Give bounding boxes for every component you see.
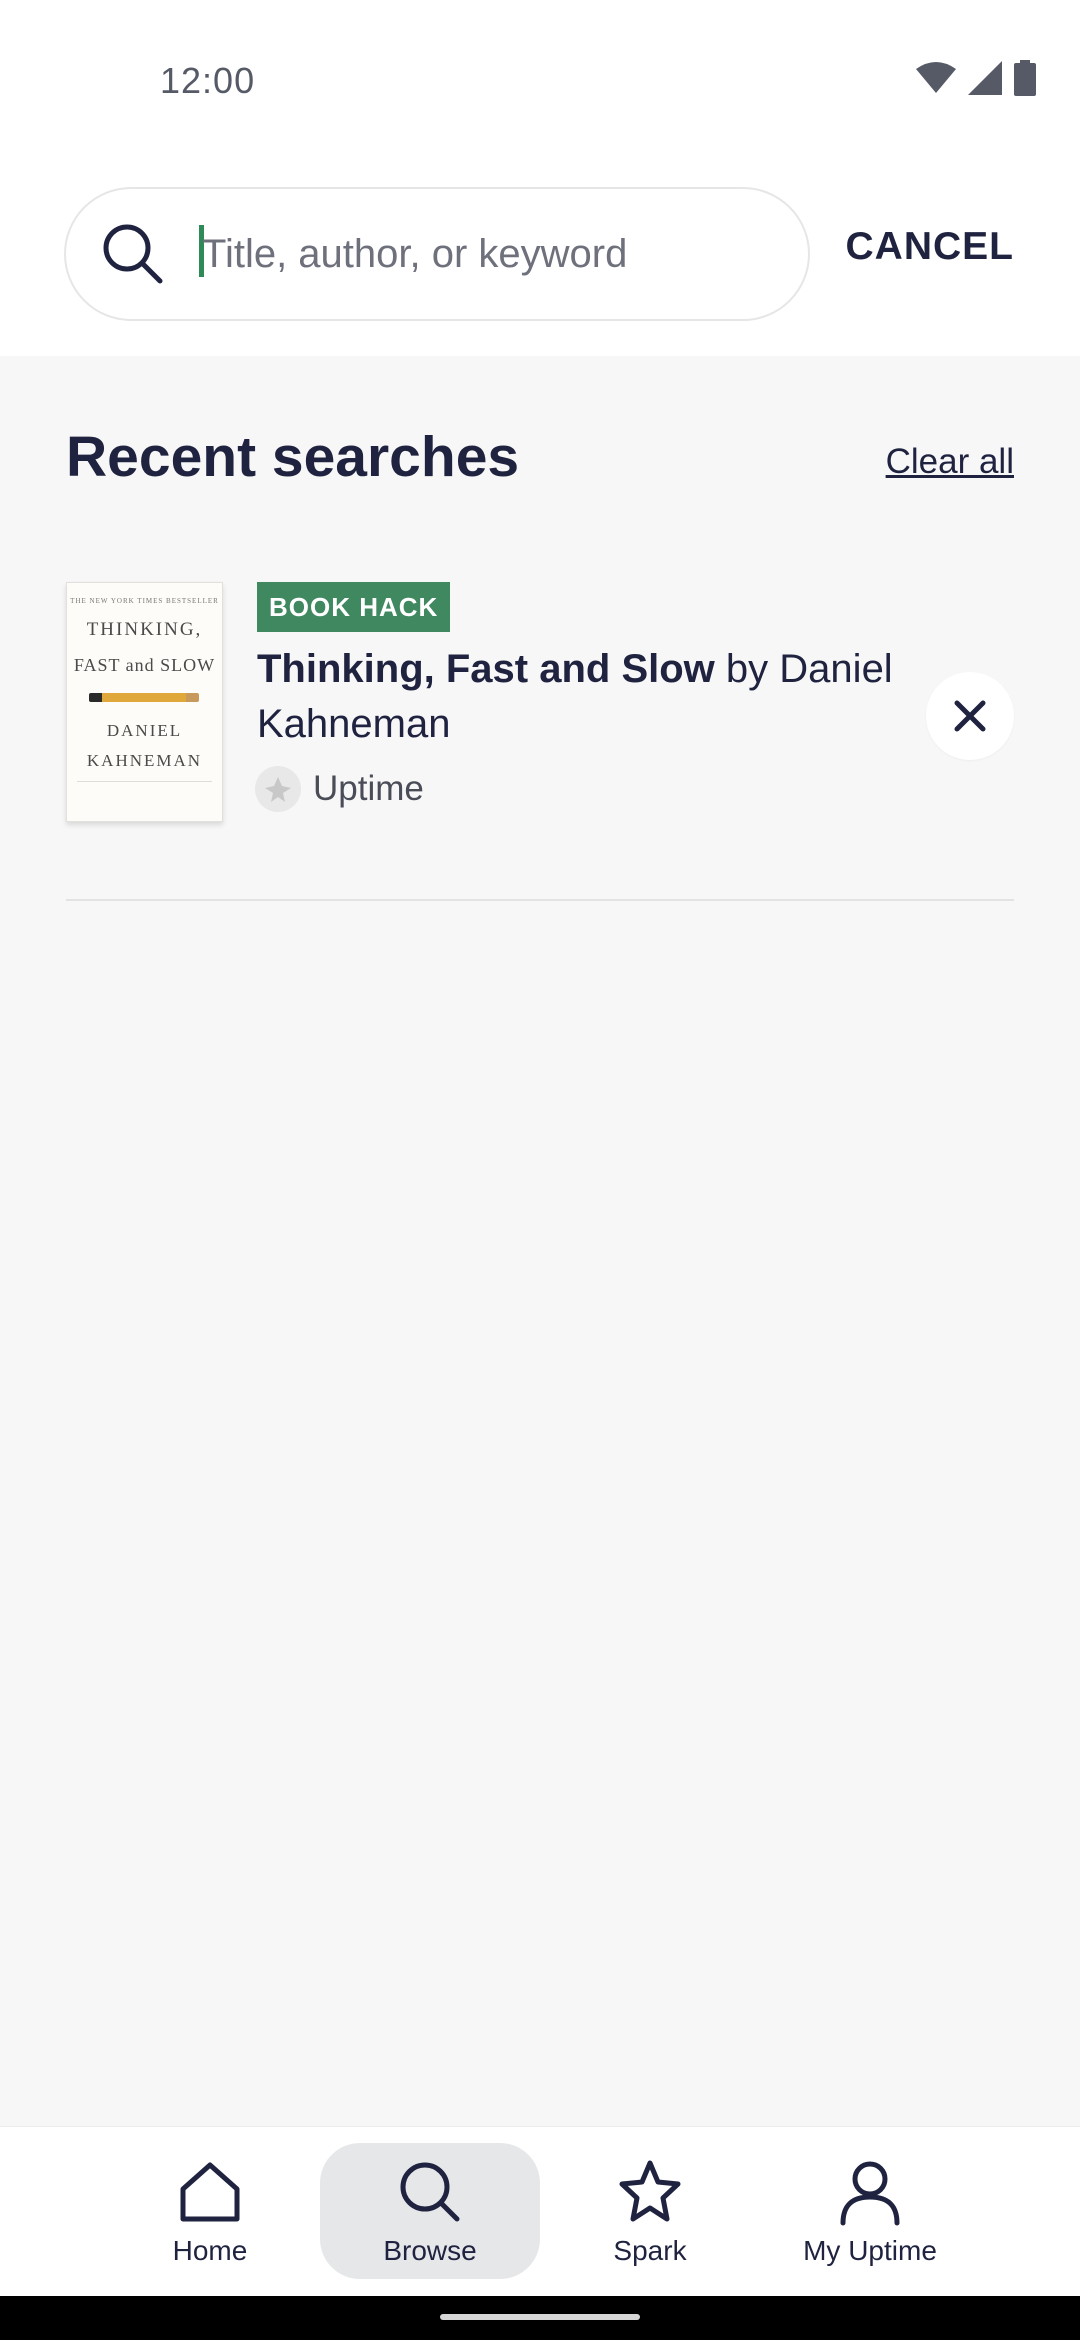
divider bbox=[66, 899, 1014, 901]
cancel-button[interactable]: CANCEL bbox=[846, 225, 1015, 269]
cover-author-line-2: KAHNEMAN bbox=[86, 751, 203, 770]
book-title: Thinking, Fast and Slow bbox=[257, 647, 715, 691]
nav-spark-label: Spark bbox=[613, 2235, 687, 2266]
wifi-icon bbox=[916, 62, 956, 93]
search-icon bbox=[400, 2162, 460, 2222]
source-row: Uptime bbox=[255, 766, 424, 812]
search-content: Recent searches Clear all THE NEW YORK T… bbox=[0, 356, 1080, 2126]
status-bar: 12:00 bbox=[0, 0, 1080, 170]
nav-home[interactable]: Home bbox=[100, 2143, 320, 2279]
nav-spark[interactable]: Spark bbox=[540, 2143, 760, 2279]
person-icon bbox=[840, 2161, 900, 2226]
system-gesture-bar bbox=[0, 2296, 1080, 2340]
item-title: Thinking, Fast and Slow by Daniel Kahnem… bbox=[257, 642, 897, 752]
uptime-logo-icon bbox=[255, 766, 301, 812]
cover-pencil-graphic bbox=[89, 693, 199, 702]
by-label: by bbox=[725, 647, 769, 691]
book-cover-image: THE NEW YORK TIMES BESTSELLER THINKING, … bbox=[66, 582, 223, 822]
close-icon bbox=[954, 700, 986, 732]
nav-browse[interactable]: Browse bbox=[320, 2143, 540, 2279]
bottom-navigation: Home Browse Spark My Uptime bbox=[0, 2126, 1080, 2296]
cover-title-line-2: FAST and SLOW bbox=[73, 655, 216, 675]
remove-recent-search-button[interactable] bbox=[926, 672, 1014, 760]
battery-icon bbox=[1014, 60, 1036, 96]
nav-browse-label: Browse bbox=[383, 2235, 477, 2266]
recent-searches-heading: Recent searches bbox=[66, 425, 520, 489]
home-icon bbox=[180, 2162, 240, 2222]
star-icon bbox=[619, 2160, 681, 2222]
cover-author-line-1: DANIEL bbox=[106, 721, 183, 740]
search-box[interactable] bbox=[64, 187, 810, 321]
source-name: Uptime bbox=[313, 769, 424, 808]
cover-bottom-rule bbox=[77, 781, 212, 801]
search-header: CANCEL bbox=[0, 170, 1080, 356]
signal-icon bbox=[968, 61, 1002, 95]
search-input[interactable] bbox=[202, 219, 782, 289]
nav-my-uptime-label: My Uptime bbox=[803, 2235, 937, 2266]
nav-my-uptime[interactable]: My Uptime bbox=[760, 2143, 980, 2279]
search-icon bbox=[98, 219, 168, 289]
gesture-handle[interactable] bbox=[440, 2314, 640, 2320]
cover-title-line-1: THINKING, bbox=[86, 619, 203, 640]
status-icons bbox=[916, 60, 1036, 96]
recent-search-item[interactable]: THE NEW YORK TIMES BESTSELLER THINKING, … bbox=[66, 582, 1014, 842]
status-time: 12:00 bbox=[160, 60, 256, 101]
cover-top-line: THE NEW YORK TIMES BESTSELLER bbox=[70, 597, 219, 605]
content-type-badge: BOOK HACK bbox=[257, 582, 451, 632]
clear-all-link[interactable]: Clear all bbox=[886, 442, 1014, 482]
nav-home-label: Home bbox=[172, 2235, 248, 2266]
